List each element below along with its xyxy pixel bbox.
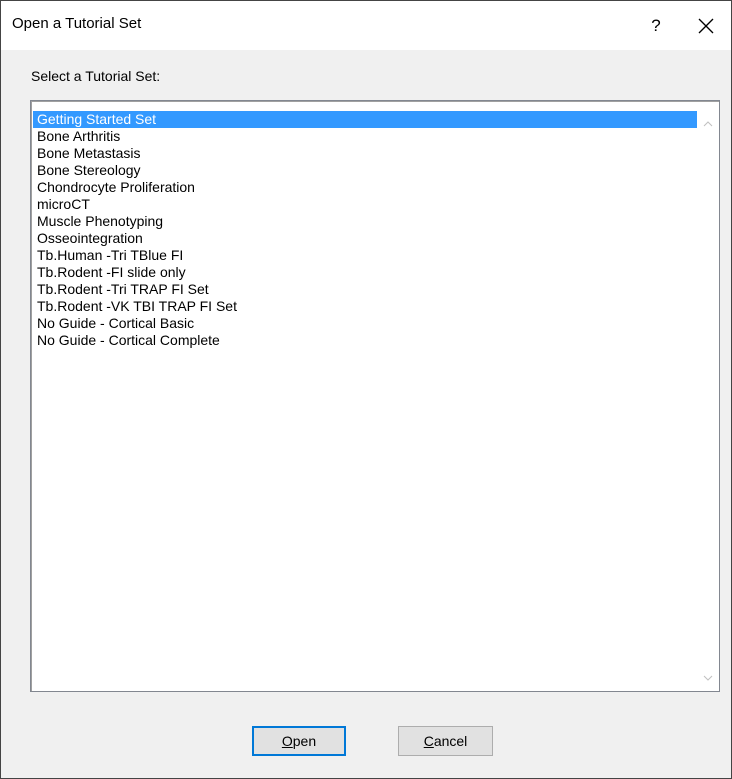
open-tutorial-set-dialog: Open a Tutorial Set ? Select a Tutorial … <box>0 0 732 779</box>
list-item[interactable]: Muscle Phenotyping <box>33 213 697 230</box>
select-tutorial-set-label: Select a Tutorial Set: <box>31 68 161 84</box>
cancel-button-accelerator: C <box>423 733 434 749</box>
list-item[interactable]: Osseointegration <box>33 230 697 247</box>
list-item[interactable]: Chondrocyte Proliferation <box>33 179 697 196</box>
cancel-button[interactable]: Cancel <box>398 726 493 756</box>
close-button[interactable] <box>681 1 731 50</box>
chevron-up-icon <box>703 121 713 127</box>
list-item[interactable]: Tb.Rodent -Tri TRAP FI Set <box>33 281 697 298</box>
close-icon <box>698 18 714 33</box>
dialog-title: Open a Tutorial Set <box>12 15 142 32</box>
help-icon: ? <box>651 15 661 35</box>
vertical-scrollbar[interactable] <box>698 102 718 690</box>
list-item[interactable]: Getting Started Set <box>33 111 697 128</box>
list-item[interactable]: Tb.Human -Tri TBlue FI <box>33 247 697 264</box>
scroll-down-button[interactable] <box>698 668 718 688</box>
list-item[interactable]: Tb.Rodent -VK TBI TRAP FI Set <box>33 298 697 315</box>
list-item[interactable]: No Guide - Cortical Basic <box>33 315 697 332</box>
help-button[interactable]: ? <box>633 1 679 50</box>
scroll-up-button[interactable] <box>698 114 718 134</box>
list-item[interactable]: Bone Metastasis <box>33 145 697 162</box>
list-item[interactable]: microCT <box>33 196 697 213</box>
list-item[interactable]: Bone Arthritis <box>33 128 697 145</box>
list-item[interactable]: Tb.Rodent -FI slide only <box>33 264 697 281</box>
title-bar[interactable]: Open a Tutorial Set ? <box>1 1 731 50</box>
list-item[interactable]: No Guide - Cortical Complete <box>33 332 697 349</box>
list-item[interactable]: Bone Stereology <box>33 162 697 179</box>
tutorial-set-listbox[interactable]: Getting Started Set Bone Arthritis Bone Me… <box>30 100 720 692</box>
tutorial-set-list[interactable]: Getting Started Set Bone Arthritis Bone Me… <box>33 111 697 349</box>
open-button-accelerator: O <box>281 733 293 749</box>
chevron-down-icon <box>703 675 713 681</box>
open-button[interactable]: Open <box>252 726 346 756</box>
cancel-button-label-rest: ancel <box>433 733 468 749</box>
open-button-label-rest: pen <box>292 733 317 749</box>
